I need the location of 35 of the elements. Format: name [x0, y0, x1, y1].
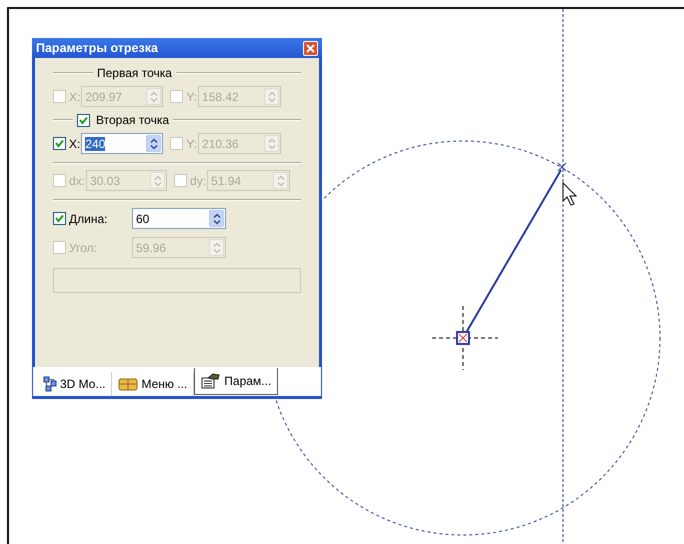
- spin-field[interactable]: 240: [81, 133, 164, 154]
- close-button[interactable]: [303, 40, 318, 56]
- field-label: Длина:: [69, 212, 108, 226]
- field-value: 51.94: [210, 174, 242, 188]
- endpoint-marker-icon: [558, 162, 566, 172]
- cursor-icon: [562, 182, 578, 206]
- group-heading: Вторая точка: [96, 113, 170, 127]
- cubes-icon: [43, 376, 57, 392]
- field-value: 210.36: [201, 136, 240, 150]
- field-label: dx:: [69, 174, 86, 188]
- checkbox[interactable]: [53, 212, 66, 225]
- field-value: 209.97: [84, 90, 124, 104]
- field-value: 158.42: [201, 90, 240, 104]
- checkbox[interactable]: [53, 137, 66, 150]
- form-icon: [201, 373, 222, 389]
- field-label: Y:: [186, 136, 198, 150]
- field-label: X:: [69, 90, 80, 104]
- field-label: dy:: [190, 174, 206, 188]
- field-label: Y:: [186, 90, 198, 104]
- toolbox-icon: [118, 377, 138, 391]
- field-label: X:: [69, 136, 80, 150]
- group-heading: Первая точка: [97, 66, 172, 80]
- field-value: 240: [84, 136, 106, 150]
- field-value: 59.96: [135, 240, 168, 254]
- crosshair-icon: [432, 306, 498, 370]
- field-value: 30.03: [89, 174, 122, 188]
- panel-tab[interactable]: Парам...: [194, 368, 278, 395]
- window-title: Параметры отрезка: [36, 41, 158, 55]
- spin-field[interactable]: 60: [132, 208, 226, 229]
- spin-arrows-icon[interactable]: [146, 135, 162, 152]
- close-icon: [306, 44, 315, 52]
- checkbox[interactable]: [77, 114, 90, 126]
- field-label: Угол:: [69, 240, 98, 254]
- field-value: 60: [135, 212, 150, 226]
- spin-arrows-icon[interactable]: [209, 210, 224, 227]
